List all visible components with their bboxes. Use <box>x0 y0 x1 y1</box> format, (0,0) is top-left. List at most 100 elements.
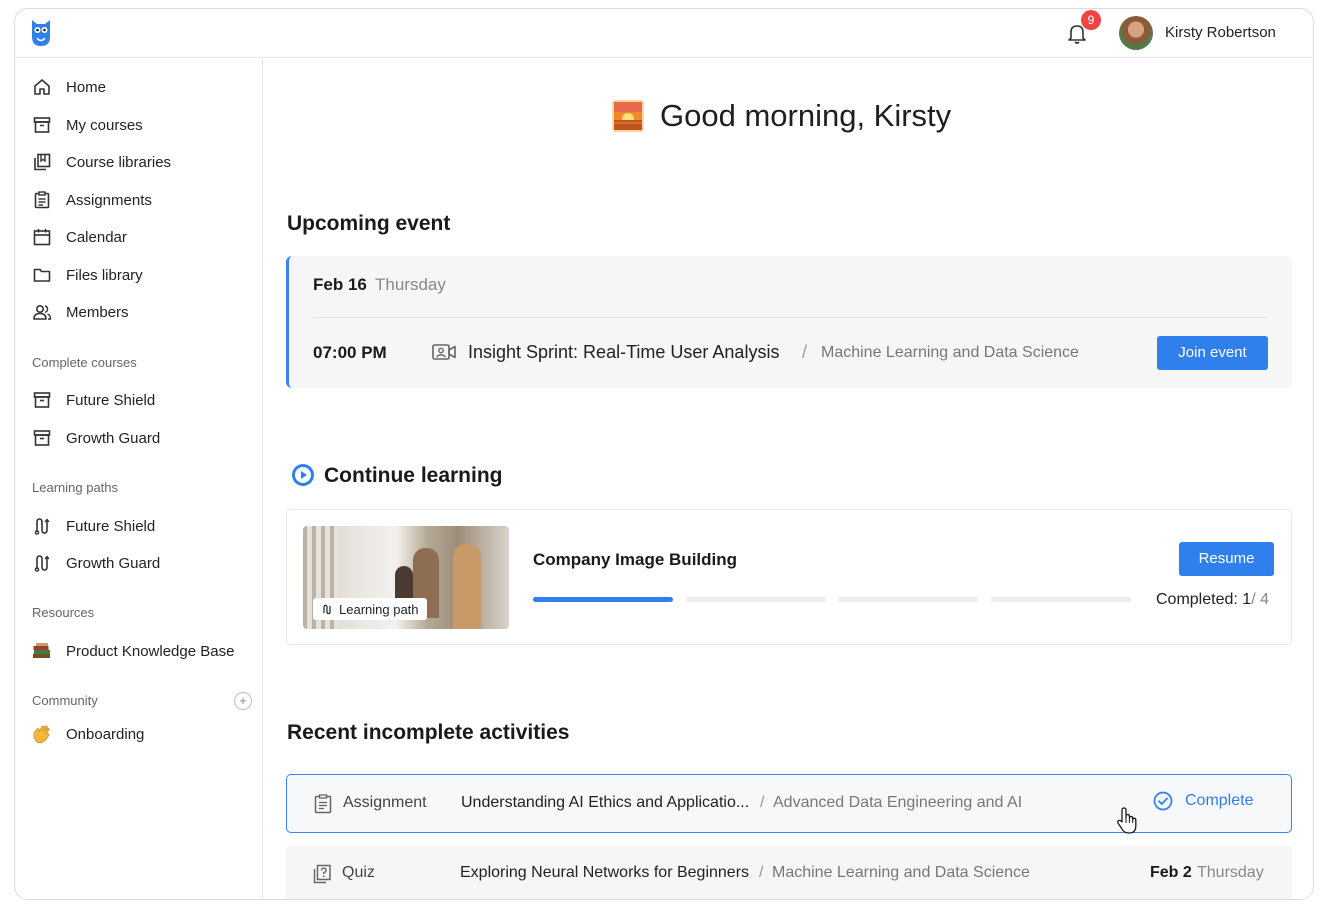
activity-row[interactable]: Assignment Understanding AI Ethics and A… <box>286 774 1292 834</box>
activity-date: Feb 2 <box>1150 864 1192 881</box>
completed-total: / 4 <box>1251 591 1269 608</box>
event-time: 07:00 PM <box>313 343 387 362</box>
join-event-button[interactable]: Join event <box>1157 336 1268 370</box>
sidebar-item-label: Assignments <box>66 191 152 209</box>
section-label-learning-paths: Learning paths <box>32 480 119 495</box>
learning-path-tag-label: Learning path <box>339 601 419 617</box>
add-community-button[interactable]: + <box>234 692 252 710</box>
main-content: Good morning, Kirsty Upcoming event Feb … <box>264 58 1313 899</box>
owl-logo-icon[interactable] <box>31 17 51 47</box>
app-window: 9 Kirsty Robertson Home My courses Cours… <box>14 8 1314 900</box>
sidebar-item-onboarding[interactable]: Onboarding <box>31 719 253 749</box>
activity-title[interactable]: Understanding AI Ethics and Applicatio..… <box>461 794 749 812</box>
sunrise-icon <box>612 100 644 132</box>
sidebar-item-label: Members <box>66 303 129 321</box>
sidebar-item-product-knowledge-base[interactable]: Product Knowledge Base <box>31 636 253 666</box>
users-icon <box>31 301 53 323</box>
separator: / <box>802 342 808 362</box>
continue-learning-heading: Continue learning <box>324 464 503 487</box>
event-title[interactable]: Insight Sprint: Real-Time User Analysis <box>468 342 779 363</box>
sidebar-item-label: Course libraries <box>66 153 172 171</box>
avatar[interactable] <box>1119 16 1153 50</box>
top-bar: 9 Kirsty Robertson <box>15 9 1313 58</box>
books-icon <box>31 640 53 662</box>
activity-day: Thursday <box>1197 864 1264 881</box>
course-title[interactable]: Company Image Building <box>533 550 737 570</box>
sidebar-item-label: Files library <box>66 266 143 284</box>
activity-course[interactable]: Machine Learning and Data Science <box>772 864 1030 882</box>
greeting: Good morning, Kirsty <box>611 98 951 134</box>
section-label-resources: Resources <box>32 605 95 620</box>
event-course[interactable]: Machine Learning and Data Science <box>821 344 1079 362</box>
clipboard-icon <box>314 794 332 814</box>
separator: / <box>760 794 765 811</box>
sidebar-item-future-shield-path[interactable]: Future Shield <box>31 511 253 541</box>
path-icon <box>323 604 331 614</box>
course-thumbnail[interactable]: Learning path <box>303 526 509 629</box>
progress-segment <box>990 597 1131 602</box>
course-card: Learning path Company Image Building Res… <box>286 509 1292 645</box>
sidebar-item-home[interactable]: Home <box>31 72 253 102</box>
archive-icon <box>31 427 53 449</box>
sidebar-item-label: Growth Guard <box>66 554 161 572</box>
sidebar-item-members[interactable]: Members <box>31 297 253 327</box>
clipboard-icon <box>31 189 53 211</box>
divider <box>313 317 1268 318</box>
sidebar-item-files-library[interactable]: Files library <box>31 260 253 290</box>
completed-label: Completed: <box>1156 591 1238 608</box>
user-name[interactable]: Kirsty Robertson <box>1165 24 1276 41</box>
calendar-icon <box>31 226 53 248</box>
sidebar-item-label: Calendar <box>66 228 127 246</box>
sidebar-item-assignments[interactable]: Assignments <box>31 185 253 215</box>
waving-hand-icon <box>31 723 53 745</box>
play-circle-icon <box>292 464 314 486</box>
complete-button-label: Complete <box>1185 792 1254 809</box>
section-label-complete-courses: Complete courses <box>32 355 137 370</box>
event-card: Feb 16 Thursday 07:00 PM Insight Sprint:… <box>286 256 1292 388</box>
sidebar-item-calendar[interactable]: Calendar <box>31 222 253 252</box>
path-icon <box>31 515 53 537</box>
notification-count-badge: 9 <box>1081 10 1101 30</box>
progress-segment <box>685 597 826 602</box>
completion-status: Completed: 1/ 4 <box>1156 591 1269 609</box>
sidebar: Home My courses Course libraries Assignm… <box>15 58 263 899</box>
recent-activities-heading: Recent incomplete activities <box>287 721 570 744</box>
upcoming-event-heading: Upcoming event <box>287 212 451 235</box>
sidebar-item-growth-guard-course[interactable]: Growth Guard <box>31 423 253 453</box>
sidebar-item-label: Growth Guard <box>66 429 161 447</box>
event-date: Feb 16 <box>313 275 367 294</box>
event-day: Thursday <box>375 275 446 294</box>
greeting-text: Good morning, Kirsty <box>660 98 952 133</box>
sidebar-item-label: Home <box>66 78 107 96</box>
sidebar-item-my-courses[interactable]: My courses <box>31 110 253 140</box>
video-camera-icon <box>432 344 456 360</box>
check-circle-icon <box>1153 791 1173 811</box>
archive-icon <box>31 114 53 136</box>
hand-cursor-icon <box>1117 807 1137 834</box>
quiz-icon <box>313 864 331 884</box>
learning-path-tag: Learning path <box>313 598 427 620</box>
folder-icon <box>31 264 53 286</box>
completed-done: 1 <box>1242 591 1252 608</box>
section-label-community: Community <box>32 693 98 708</box>
sidebar-item-growth-guard-path[interactable]: Growth Guard <box>31 548 253 578</box>
library-icon <box>31 151 53 173</box>
home-icon <box>31 76 53 98</box>
sidebar-item-label: My courses <box>66 116 143 134</box>
separator: / <box>759 864 764 881</box>
sidebar-item-label: Onboarding <box>66 725 145 743</box>
activity-type: Quiz <box>342 864 375 881</box>
archive-icon <box>31 389 53 411</box>
sidebar-item-label: Future Shield <box>66 517 156 535</box>
complete-button[interactable]: Complete <box>1153 791 1253 811</box>
activity-title[interactable]: Exploring Neural Networks for Beginners <box>460 864 749 882</box>
activity-course[interactable]: Advanced Data Engineering and AI <box>773 794 1022 812</box>
sidebar-item-course-libraries[interactable]: Course libraries <box>31 147 253 177</box>
progress-segment <box>838 597 978 602</box>
sidebar-item-future-shield-course[interactable]: Future Shield <box>31 385 253 415</box>
path-icon <box>31 552 53 574</box>
resume-button[interactable]: Resume <box>1179 542 1274 576</box>
sidebar-item-label: Future Shield <box>66 391 156 409</box>
progress-segment <box>533 597 673 602</box>
activity-row[interactable]: Quiz Exploring Neural Networks for Begin… <box>286 845 1292 899</box>
